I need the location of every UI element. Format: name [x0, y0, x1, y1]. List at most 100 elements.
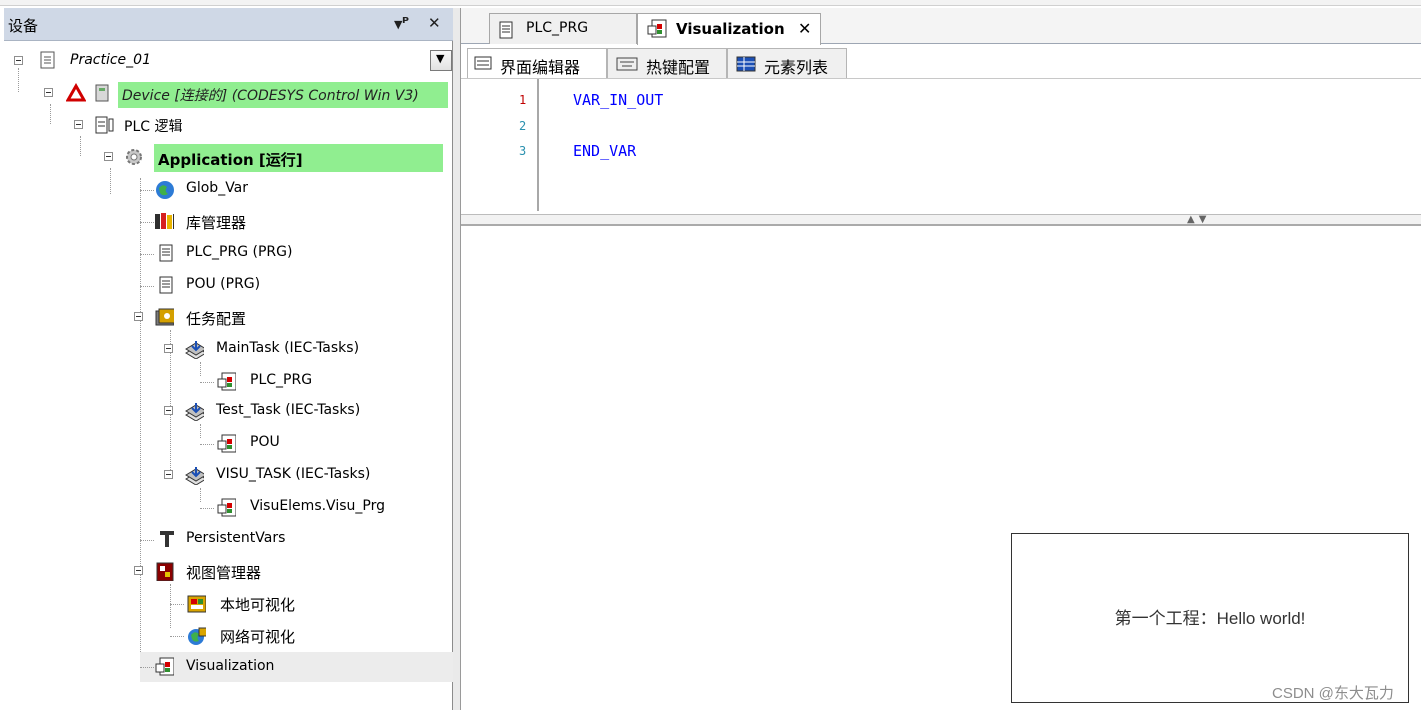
tab-plc-prg[interactable]: PLC_PRG	[489, 13, 637, 44]
collapse-icon[interactable]	[134, 312, 143, 321]
project-name: Practice_01	[70, 52, 151, 68]
tree-item-persistent-vars[interactable]: PersistentVars	[140, 526, 340, 554]
pin-icon[interactable]: ᴾ	[402, 14, 409, 32]
program-icon	[159, 244, 173, 262]
visualization-icon	[155, 657, 174, 676]
test-task-label: Test_Task (IEC-Tasks)	[216, 402, 361, 418]
tree-item-plc-logic[interactable]: PLC 逻辑	[70, 112, 270, 140]
tree-item-target-visu[interactable]: 本地可视化	[170, 590, 370, 618]
tree-item-main-task-call[interactable]: PLC_PRG	[200, 368, 400, 396]
device-icon	[95, 84, 109, 102]
subtab-ui-editor-label: 界面编辑器	[500, 58, 581, 77]
test-task-call-label: POU	[250, 434, 280, 450]
library-manager-label: 库管理器	[186, 214, 247, 232]
tree-item-visu-manager[interactable]: 视图管理器	[130, 558, 350, 586]
code-line[interactable]: END_VAR	[573, 142, 636, 160]
program-icon	[499, 21, 513, 39]
tree-connector	[200, 444, 214, 445]
watermark: CSDN @东大瓦力	[1272, 685, 1394, 702]
editor-area: PLC_PRG Visualization ✕ 界面编辑器 热键配置 元素列表 …	[461, 8, 1421, 710]
tree-item-application[interactable]: Application [运行]	[100, 144, 453, 172]
tree-root[interactable]: Practice_01	[8, 46, 453, 72]
collapse-icon[interactable]	[44, 88, 53, 97]
editor-subtabs: 界面编辑器 热键配置 元素列表	[461, 48, 1421, 78]
visu-element-text: 第一个工程：Hello world!	[1114, 609, 1306, 628]
program-call-icon	[217, 372, 236, 391]
task-icon	[185, 403, 204, 421]
subtab-element-list-label: 元素列表	[764, 58, 829, 77]
tree-item-visualization[interactable]: Visualization	[140, 652, 453, 682]
line-number: 3	[519, 144, 527, 158]
editor-splitter[interactable]: ▲▼	[461, 214, 1421, 226]
tree-item-glob-var[interactable]: Glob_Var	[140, 176, 340, 204]
tree-connector	[140, 190, 154, 191]
program-call-icon	[217, 498, 236, 517]
tree-connector	[200, 382, 214, 383]
project-icon	[40, 51, 55, 69]
collapse-icon[interactable]	[14, 56, 23, 65]
declaration-editor[interactable]: 1 VAR_IN_OUT 2 3 END_VAR	[461, 78, 1421, 213]
subtab-ui-editor[interactable]: 界面编辑器	[467, 48, 607, 78]
task-icon	[185, 467, 204, 485]
task-icon	[185, 341, 204, 359]
visu-rectangle-element[interactable]: 第一个工程：Hello world!	[1011, 533, 1409, 703]
plc-logic-icon	[95, 116, 114, 134]
tree-connector	[140, 254, 154, 255]
tree-item-visu-task[interactable]: VISU_TASK (IEC-Tasks)	[160, 462, 420, 490]
program-icon	[159, 276, 173, 294]
code-line[interactable]: VAR_IN_OUT	[573, 91, 663, 109]
persistent-vars-icon	[160, 531, 174, 547]
device-panel: 设备 ▼ ᴾ ✕ Practice_01 ▼ Device [连接的] (COD…	[4, 8, 453, 710]
collapse-icon[interactable]	[164, 470, 173, 479]
splitter-arrows-icon[interactable]: ▲▼	[1187, 214, 1210, 225]
collapse-icon[interactable]	[104, 152, 113, 161]
top-toolbar-strip	[0, 0, 1421, 6]
tree-item-task-config[interactable]: 任务配置	[130, 304, 330, 332]
warning-icon	[66, 83, 86, 102]
collapse-icon[interactable]	[164, 406, 173, 415]
visualization-icon	[647, 19, 667, 38]
pou-label: POU (PRG)	[186, 276, 261, 292]
tree-item-test-task-call[interactable]: POU	[200, 430, 400, 458]
tree-connector	[170, 636, 184, 637]
device-panel-title: 设备	[8, 17, 39, 35]
tree-item-pou[interactable]: POU (PRG)	[140, 272, 340, 300]
visualization-canvas[interactable]: 第一个工程：Hello world!	[461, 226, 1421, 710]
line-number: 1	[519, 93, 527, 107]
tree-connector	[140, 667, 154, 668]
globe-icon	[156, 181, 174, 199]
panel-splitter[interactable]	[453, 8, 461, 710]
gear-icon	[126, 149, 142, 165]
web-visu-label: 网络可视化	[220, 628, 296, 646]
subtab-hotkeys[interactable]: 热键配置	[607, 48, 727, 78]
tab-visualization[interactable]: Visualization ✕	[637, 13, 821, 45]
tree-connector	[170, 604, 184, 605]
tree-connector	[140, 286, 154, 287]
close-icon[interactable]: ✕	[428, 14, 441, 32]
tree-item-web-visu[interactable]: 网络可视化	[170, 622, 370, 650]
device-label: Device [连接的] (CODESYS Control Win V3)	[118, 82, 448, 108]
tree-item-visu-task-call[interactable]: VisuElems.Visu_Prg	[200, 494, 420, 522]
collapse-icon[interactable]	[164, 344, 173, 353]
tree-dropdown-button[interactable]: ▼	[430, 50, 452, 71]
tree-item-test-task[interactable]: Test_Task (IEC-Tasks)	[160, 398, 420, 426]
task-config-icon	[155, 308, 174, 326]
tree-item-main-task[interactable]: MainTask (IEC-Tasks)	[160, 336, 420, 364]
collapse-icon[interactable]	[134, 566, 143, 575]
tree-item-library-manager[interactable]: 库管理器	[140, 208, 340, 236]
table-icon	[736, 56, 756, 72]
subtab-element-list[interactable]: 元素列表	[727, 48, 847, 78]
tree-item-plc-prg[interactable]: PLC_PRG (PRG)	[140, 240, 340, 268]
web-visu-icon	[188, 627, 206, 645]
tab-plc-prg-label: PLC_PRG	[526, 20, 589, 36]
close-icon[interactable]: ✕	[798, 19, 811, 38]
visu-task-call-label: VisuElems.Visu_Prg	[250, 498, 385, 514]
tree-item-device[interactable]: Device [连接的] (CODESYS Control Win V3)	[40, 80, 453, 108]
visualization-label: Visualization	[186, 658, 275, 674]
chevron-down-icon: ▼	[436, 52, 445, 65]
keyboard-icon	[616, 57, 638, 71]
collapse-icon[interactable]	[74, 120, 83, 129]
tree-connector	[18, 68, 19, 92]
subtab-hotkeys-label: 热键配置	[646, 58, 711, 77]
tree-connector	[200, 508, 214, 509]
